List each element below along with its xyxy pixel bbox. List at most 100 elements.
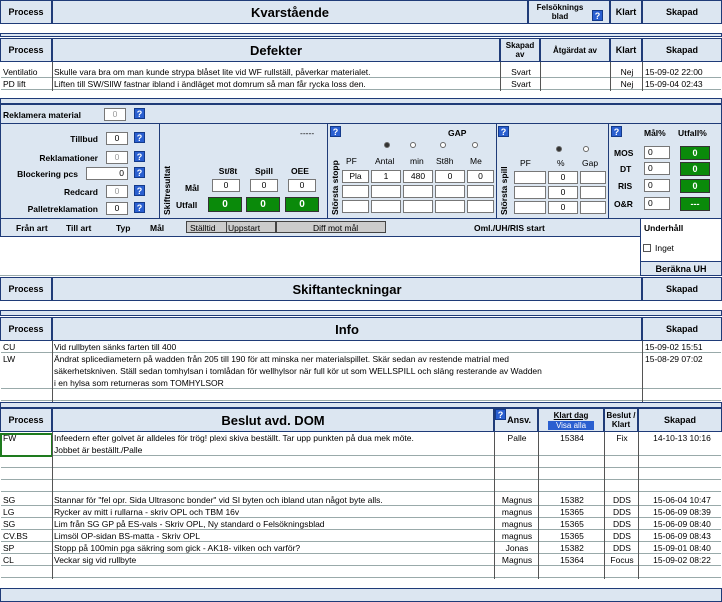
- row-klart-dag: 15364: [560, 555, 584, 565]
- row-skapad: 15-06-09 08:40: [653, 519, 711, 529]
- table-row: [1, 457, 721, 468]
- kvar-skapad-header: Skapad: [642, 0, 722, 24]
- table-row[interactable]: CL Veckar sig vid rullbyte Magnus 15364 …: [1, 555, 721, 566]
- spill-gap-2[interactable]: [580, 186, 606, 199]
- spill-gap-3[interactable]: [580, 201, 606, 214]
- spill-procent-1[interactable]: 0: [548, 171, 578, 184]
- mal-oee-input[interactable]: 0: [288, 179, 316, 192]
- redcard-help-button[interactable]: ?: [134, 185, 145, 196]
- row-klart-dag: 15382: [560, 543, 584, 553]
- table-row[interactable]: CV.BS Limsöl OP-sidan BS-matta - Skriv O…: [1, 531, 721, 542]
- row-skapad: 14-10-13 10:16: [653, 433, 711, 443]
- stopp-min-1[interactable]: 480: [403, 170, 433, 183]
- table-row[interactable]: Ventilatio Skulle vara bra om man kunde …: [1, 67, 721, 78]
- row-beslut: Fix: [616, 433, 628, 443]
- or-mal-input[interactable]: 0: [644, 197, 670, 210]
- beslut-help-button[interactable]: ?: [495, 409, 506, 420]
- diff-area: [0, 237, 640, 276]
- till-art-header: Till art: [66, 223, 92, 233]
- radio-min[interactable]: [410, 142, 416, 148]
- spill-pf-2[interactable]: [514, 186, 546, 199]
- mal-header: Mål: [150, 223, 165, 233]
- stopp-min-3[interactable]: [403, 200, 433, 213]
- palletreklamation-input[interactable]: 0: [106, 202, 128, 215]
- table-row[interactable]: CU Vid rullbyten sänks farten till 400 1…: [1, 342, 721, 353]
- reklamationer-input[interactable]: 0: [106, 151, 128, 164]
- row-klart-dag: 15384: [560, 433, 584, 443]
- stopp-help-button[interactable]: ?: [330, 126, 341, 137]
- spill-pf-1[interactable]: [514, 171, 546, 184]
- selected-cell[interactable]: [0, 433, 53, 457]
- visa-alla-button[interactable]: Visa alla: [547, 420, 595, 430]
- stopp-pf-1[interactable]: Pla: [342, 170, 369, 183]
- felsokning-help-button[interactable]: ?: [592, 10, 603, 21]
- stopp-me-2[interactable]: [467, 185, 494, 198]
- skiftant-skapad-header: Skapad: [642, 277, 722, 301]
- tillbud-help-button[interactable]: ?: [134, 132, 145, 143]
- table-row[interactable]: PD lift Liften till SW/SIlW fastnar ibla…: [1, 79, 721, 90]
- ris-mal-input[interactable]: 0: [644, 179, 670, 192]
- tillbud-input[interactable]: 0: [106, 132, 128, 145]
- ris-utfall-value: 0: [680, 179, 710, 193]
- stopp-me-1[interactable]: 0: [467, 170, 494, 183]
- blockering-input[interactable]: 0: [86, 167, 128, 180]
- table-row[interactable]: LW Ändrat splicediametern på wadden från…: [1, 354, 721, 365]
- stopp-st8h-1[interactable]: 0: [435, 170, 465, 183]
- reklamera-input[interactable]: 0: [104, 108, 126, 121]
- row-ansv: magnus: [501, 531, 533, 541]
- panel-divider: [496, 124, 497, 218]
- mos-help-button[interactable]: ?: [611, 126, 622, 137]
- stopp-me-3[interactable]: [467, 200, 494, 213]
- spill-gap-1[interactable]: [580, 171, 606, 184]
- table-row[interactable]: SG Stannar för "fel opr. Sida Ultrasonc …: [1, 495, 721, 506]
- table-row[interactable]: FW Infeedern efter golvet är alldeles fö…: [1, 433, 721, 444]
- spill-procent-2[interactable]: 0: [548, 186, 578, 199]
- dt-utfall-value: 0: [680, 162, 710, 176]
- table-row: Jobbet är beställt./Palle: [1, 445, 721, 456]
- kvar-process-header: Process: [0, 0, 52, 24]
- row-ansv: magnus: [501, 507, 533, 517]
- stopp-antal-3[interactable]: [371, 200, 401, 213]
- row-process: Ventilatio: [3, 67, 38, 77]
- table-row[interactable]: SP Stopp på 100min pga säkring som gick …: [1, 543, 721, 554]
- radio-procent[interactable]: [556, 146, 562, 152]
- row-beslut: DDS: [613, 531, 631, 541]
- spill-procent-3[interactable]: 0: [548, 201, 578, 214]
- kvar-title: Kvarstående: [52, 0, 528, 24]
- spill-help-button[interactable]: ?: [498, 126, 509, 137]
- dt-mal-input[interactable]: 0: [644, 162, 670, 175]
- row-beslut: DDS: [613, 507, 631, 517]
- blockering-help-button[interactable]: ?: [134, 167, 145, 178]
- defekter-process-header: Process: [0, 38, 52, 62]
- stopp-antal-1[interactable]: 1: [371, 170, 401, 183]
- stopp-st8h-3[interactable]: [435, 200, 465, 213]
- mal-st8t-input[interactable]: 0: [212, 179, 240, 192]
- radio-st8h[interactable]: [440, 142, 446, 148]
- stopp-pf-3[interactable]: [342, 200, 369, 213]
- uppstart-header[interactable]: Uppstart: [228, 223, 260, 233]
- berakna-uh-button[interactable]: Beräkna UH: [640, 261, 722, 276]
- palletreklamation-help-button[interactable]: ?: [134, 202, 145, 213]
- table-row[interactable]: SG Lim från SG GP på ES-vals - Skriv OPL…: [1, 519, 721, 530]
- reklamationer-help-button[interactable]: ?: [134, 151, 145, 162]
- stopp-pf-2[interactable]: [342, 185, 369, 198]
- dash-label: -----: [300, 128, 315, 138]
- radio-gap[interactable]: [583, 146, 589, 152]
- stopp-min-2[interactable]: [403, 185, 433, 198]
- reklamera-help-button[interactable]: ?: [134, 108, 145, 119]
- table-row[interactable]: LG Rycker av mitt i rullarna - skriv OPL…: [1, 507, 721, 518]
- stalltid-header[interactable]: Ställtid: [190, 223, 216, 233]
- stopp-st8h-2[interactable]: [435, 185, 465, 198]
- spill-pf-3[interactable]: [514, 201, 546, 214]
- panel-divider: [0, 123, 722, 124]
- mal-label: Mål: [185, 183, 200, 193]
- radio-antal[interactable]: [384, 142, 390, 148]
- inget-checkbox[interactable]: [643, 244, 651, 252]
- redcard-input[interactable]: 0: [106, 185, 128, 198]
- radio-me[interactable]: [472, 142, 478, 148]
- stopp-antal-2[interactable]: [371, 185, 401, 198]
- mal-spill-input[interactable]: 0: [250, 179, 278, 192]
- mos-mal-input[interactable]: 0: [644, 146, 670, 159]
- row-skapad: 15-09-02 08:22: [653, 555, 711, 565]
- col-divider: [226, 221, 227, 233]
